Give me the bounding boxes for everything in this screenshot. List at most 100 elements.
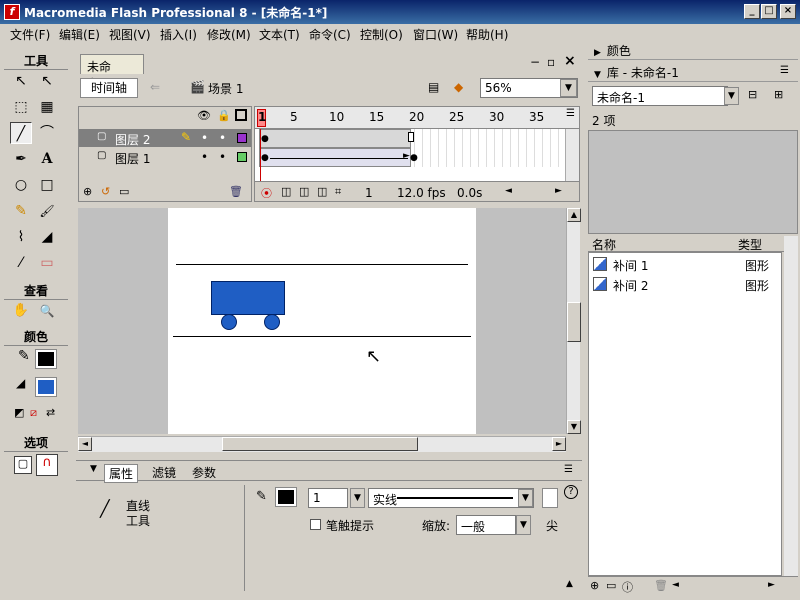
layer2-frame-span[interactable]: ●: [259, 129, 414, 148]
flash-app-icon[interactable]: f: [4, 4, 20, 20]
stroke-style-dropdown-icon[interactable]: ▼: [518, 489, 533, 507]
zoom-tool-icon[interactable]: 🔍: [36, 300, 58, 322]
collapse-arrow-icon[interactable]: ▼: [90, 464, 97, 474]
gradient-transform-tool-icon[interactable]: ▦: [36, 96, 58, 118]
library-item[interactable]: 补间 2 图形: [591, 275, 787, 295]
paint-bucket-tool-icon[interactable]: ◢: [36, 226, 58, 248]
visible-dot-icon[interactable]: •: [201, 150, 208, 164]
trash-icon[interactable]: 🗑: [229, 185, 243, 198]
cart-body[interactable]: [211, 281, 285, 315]
add-layer-icon[interactable]: ⊕: [83, 185, 92, 198]
minimize-button[interactable]: _: [744, 4, 760, 19]
menu-view[interactable]: 视图(V): [109, 26, 151, 43]
lock-dot-icon[interactable]: •: [219, 150, 226, 164]
tab-parameters[interactable]: 参数: [192, 464, 216, 481]
stroke-color-swatch[interactable]: [35, 349, 57, 369]
lock-dot-icon[interactable]: •: [219, 131, 226, 145]
custom-stroke-button[interactable]: [542, 488, 558, 508]
menu-commands[interactable]: 命令(C): [309, 26, 351, 43]
lock-icon[interactable]: 🔒: [217, 109, 231, 122]
swap-colors-icon[interactable]: ⇄: [46, 406, 55, 419]
onion-outline-icon[interactable]: ◫: [299, 185, 309, 198]
document-tab[interactable]: 未命名-1*: [80, 54, 144, 91]
onion-skin-icon[interactable]: ◫: [281, 185, 291, 198]
stage[interactable]: ↖: [168, 208, 476, 434]
ink-bottle-tool-icon[interactable]: ⌇: [10, 226, 32, 248]
panel-menu-icon[interactable]: ☰: [564, 464, 573, 475]
center-frame-icon[interactable]: ⦿: [261, 185, 272, 201]
menu-text[interactable]: 文本(T): [259, 26, 300, 43]
text-tool-icon[interactable]: A: [36, 148, 58, 170]
new-symbol-icon[interactable]: ⊕: [590, 579, 599, 592]
oval-tool-icon[interactable]: ○: [10, 174, 32, 196]
stroke-color-swatch[interactable]: [275, 487, 297, 507]
edit-scene-icon[interactable]: ▤: [428, 80, 439, 94]
menu-edit[interactable]: 编辑(E): [59, 26, 100, 43]
frames-vscroll[interactable]: [565, 129, 579, 189]
edit-multiple-icon[interactable]: ◫: [317, 185, 327, 198]
back-arrow-icon[interactable]: ⇐: [150, 80, 160, 94]
layer-color-swatch[interactable]: [237, 152, 247, 162]
scroll-right-icon[interactable]: ►: [555, 186, 562, 196]
add-guide-icon[interactable]: ↺: [101, 185, 110, 198]
tab-filters[interactable]: 滤镜: [152, 464, 176, 481]
hinting-checkbox[interactable]: [310, 519, 321, 530]
color-panel-header[interactable]: ▶ 颜色: [588, 40, 798, 60]
outline-icon[interactable]: [235, 109, 247, 121]
scroll-right-icon[interactable]: ►: [768, 580, 775, 590]
stroke-width-dropdown-icon[interactable]: ▼: [350, 488, 365, 508]
timeline-button[interactable]: 时间轴: [80, 78, 138, 98]
brush-tool-icon[interactable]: 🖌: [36, 200, 58, 222]
layer-row[interactable]: ▢ 图层 1 • •: [79, 148, 251, 166]
snap-magnet-icon[interactable]: ∩: [36, 454, 58, 476]
properties-icon[interactable]: ⓘ: [622, 579, 633, 595]
visible-dot-icon[interactable]: •: [201, 131, 208, 145]
timeline-menu-icon[interactable]: ☰: [566, 108, 575, 119]
lasso-tool-icon[interactable]: ⌒: [36, 122, 58, 144]
arrow-tool-icon[interactable]: ↖: [10, 70, 32, 92]
library-item[interactable]: 补间 1 图形: [591, 255, 787, 275]
menu-file[interactable]: 文件(F): [10, 26, 50, 43]
eraser-tool-icon[interactable]: ▭: [36, 252, 58, 274]
scroll-up-icon[interactable]: ▲: [567, 208, 581, 222]
restore-button[interactable]: □: [761, 4, 777, 19]
pin-library-icon[interactable]: ⊟: [748, 88, 757, 101]
no-color-icon[interactable]: ⧄: [30, 406, 37, 420]
hscroll-thumb[interactable]: [222, 437, 418, 451]
stroke-width-input[interactable]: 1: [308, 488, 348, 508]
layer-name[interactable]: 图层 2: [115, 131, 150, 148]
stage-hscroll[interactable]: ◄ ►: [78, 436, 566, 452]
delete-icon[interactable]: 🗑: [654, 579, 668, 592]
col-type-header[interactable]: 类型: [738, 236, 762, 253]
black-white-icon[interactable]: ◩: [14, 406, 24, 419]
scale-dropdown-icon[interactable]: ▼: [516, 515, 531, 535]
layer-color-swatch[interactable]: [237, 133, 247, 143]
menu-insert[interactable]: 插入(I): [160, 26, 197, 43]
scale-select[interactable]: 一般: [456, 515, 516, 535]
layer1-tween-span[interactable]: ● ► ●: [259, 148, 418, 167]
zoom-dropdown-arrow-icon[interactable]: ▼: [560, 79, 577, 97]
fill-color-swatch[interactable]: [35, 377, 57, 397]
col-name-header[interactable]: 名称: [592, 236, 616, 253]
doc-min-icon[interactable]: −: [530, 55, 540, 69]
doc-restore-icon[interactable]: ▫: [547, 55, 555, 69]
scroll-left-icon[interactable]: ◄: [505, 186, 512, 196]
help-icon[interactable]: ?: [564, 485, 578, 499]
layer-row[interactable]: ▢ 图层 2 ✎ • •: [79, 129, 251, 147]
new-folder-icon[interactable]: ▭: [606, 579, 616, 592]
pencil-tool-icon[interactable]: ✎: [10, 200, 32, 222]
top-line[interactable]: [176, 264, 468, 265]
vscroll-thumb[interactable]: [567, 302, 581, 342]
library-document-select[interactable]: 未命名-1: [592, 86, 728, 106]
close-button[interactable]: ×: [780, 4, 796, 19]
menu-modify[interactable]: 修改(M): [207, 26, 251, 43]
layer-name[interactable]: 图层 1: [115, 150, 150, 167]
scroll-down-icon[interactable]: ▼: [567, 420, 581, 434]
eyedropper-tool-icon[interactable]: ⁄: [10, 252, 32, 274]
bottom-line[interactable]: [173, 336, 471, 337]
pen-tool-icon[interactable]: ✒: [10, 148, 32, 170]
new-library-icon[interactable]: ⊞: [774, 88, 783, 101]
library-menu-icon[interactable]: ☰: [780, 65, 789, 76]
edit-symbol-icon[interactable]: ◆: [454, 80, 463, 94]
eye-icon[interactable]: 👁: [197, 109, 211, 122]
